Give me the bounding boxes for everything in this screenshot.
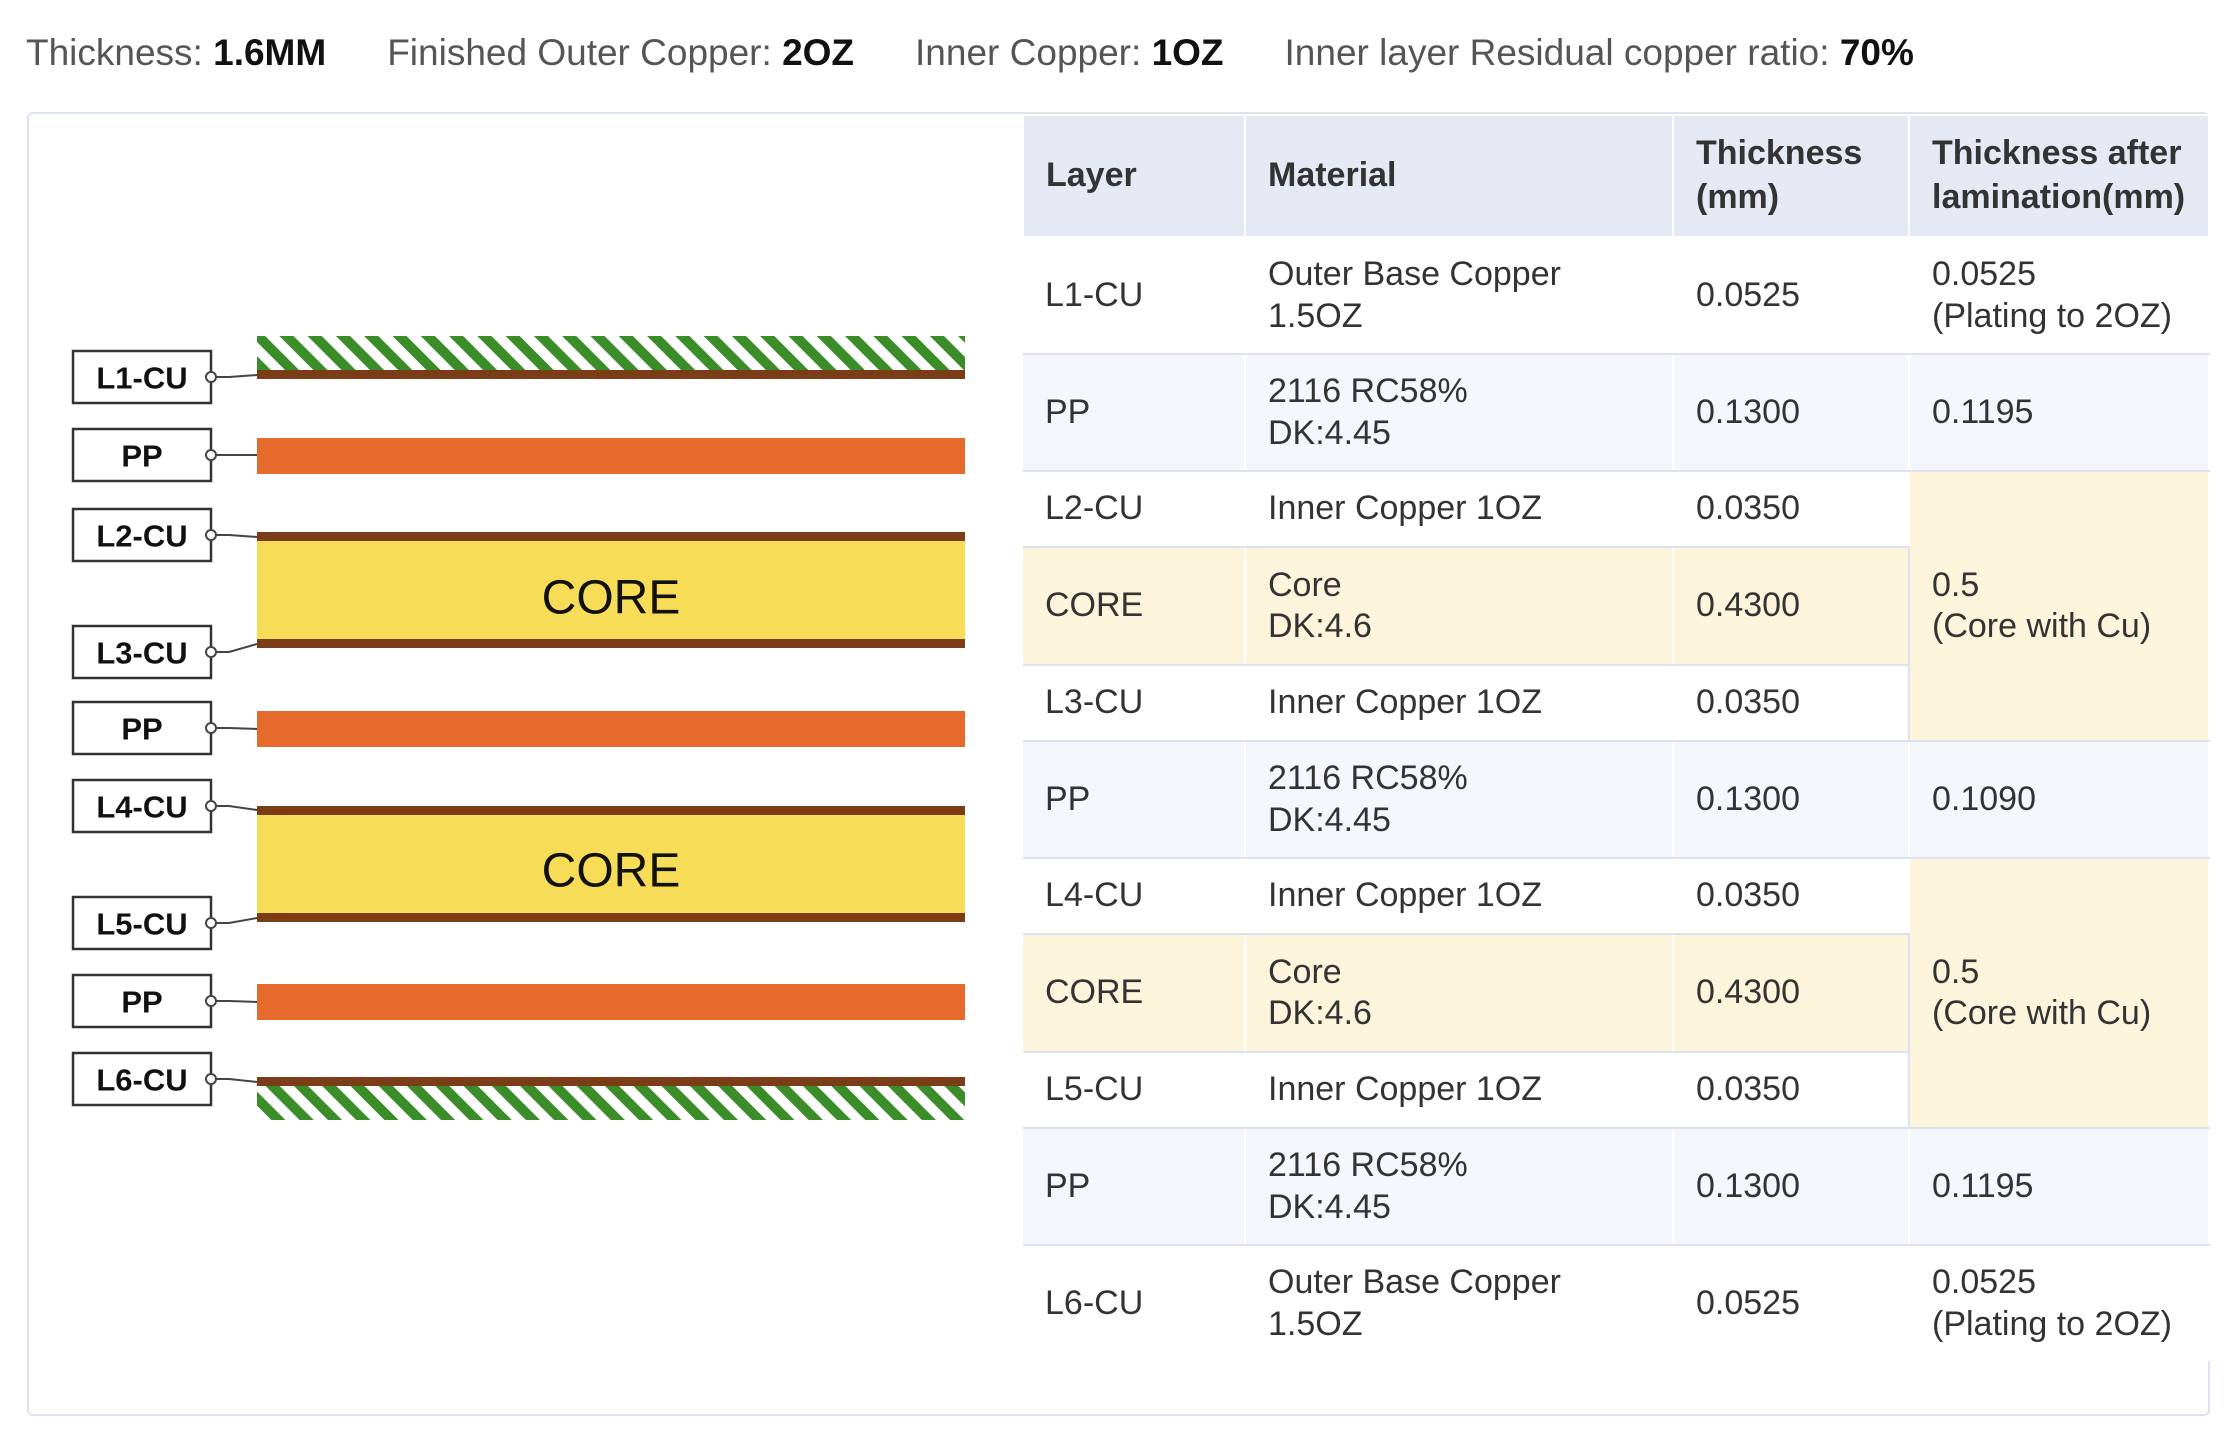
cell-thickness: 0.0350: [1673, 665, 1910, 742]
layer-callout-l6-cu: L6-CU: [71, 1051, 258, 1107]
spec-outer-copper: Finished Outer Copper: 2OZ: [387, 32, 855, 73]
layer-callout-l5-cu: L5-CU: [71, 895, 258, 951]
layer-callout-label: L4-CU: [96, 790, 187, 825]
l1-copper: [257, 370, 965, 379]
layer-callout-pp: PP: [71, 427, 257, 483]
cell-layer: L5-CU: [1023, 1052, 1246, 1129]
header-layer: Layer: [1022, 114, 1246, 238]
cell-material: Core DK:4.6: [1245, 547, 1674, 666]
table-row: PP 2116 RC58% DK:4.45 0.1300 0.1195: [1023, 354, 2210, 472]
core-label-2: CORE: [542, 845, 681, 898]
stackup-panel: CORE CORE L1-CU PP L2-CU L3-CU PP L4-CU L5-CU PP…: [27, 112, 2210, 1416]
table-header-row: Layer Material Thickness (mm) Thickness …: [1022, 114, 2210, 238]
cell-layer: CORE: [1023, 547, 1246, 666]
spec-residual-copper: Inner layer Residual copper ratio: 70%: [1284, 32, 1914, 73]
top-soldermask: [257, 336, 965, 370]
spec-thickness: Thickness: 1.6MM: [26, 32, 327, 73]
layer-callout-l2-cu: L2-CU: [71, 507, 258, 563]
cell-thickness-after: 0.1195: [1909, 354, 2210, 472]
layer-callout-label: PP: [121, 439, 162, 474]
cell-thickness-after-core-group: 0.5 (Core with Cu): [1908, 858, 2210, 1129]
cell-layer: PP: [1023, 1128, 1246, 1246]
layer-callout-pp: PP: [71, 700, 258, 756]
cell-layer: L1-CU: [1023, 237, 1246, 355]
cell-layer: L3-CU: [1023, 665, 1246, 742]
cell-material: Inner Copper 1OZ: [1245, 471, 1674, 548]
layer-callout-label: L2-CU: [96, 519, 187, 554]
cell-thickness: 0.0350: [1673, 858, 1910, 935]
cell-layer: L6-CU: [1023, 1245, 1246, 1361]
cell-thickness-after: 0.1090: [1909, 741, 2210, 859]
cell-thickness: 0.0350: [1673, 1052, 1910, 1129]
cell-thickness: 0.0525: [1673, 237, 1910, 355]
layer-callout-l1-cu: L1-CU: [71, 349, 258, 405]
core-label-1: CORE: [542, 572, 681, 625]
cell-thickness: 0.1300: [1673, 741, 1910, 859]
header-thickness: Thickness (mm): [1672, 114, 1910, 238]
layer-callout-label: PP: [121, 985, 162, 1020]
cell-thickness: 0.1300: [1673, 354, 1910, 472]
table-row: L6-CU Outer Base Copper 1.5OZ 0.0525 0.05…: [1023, 1245, 2210, 1361]
cell-material: Outer Base Copper 1.5OZ: [1245, 237, 1674, 355]
bottom-soldermask: [257, 1086, 965, 1120]
pp-layer-1: [257, 438, 965, 474]
l2-copper: [257, 532, 965, 541]
cell-layer: PP: [1023, 354, 1246, 472]
cell-layer: CORE: [1023, 934, 1246, 1053]
cell-layer: L4-CU: [1023, 858, 1246, 935]
l3-copper: [257, 639, 965, 648]
l4-copper: [257, 806, 965, 815]
table-row: L2-CU Inner Copper 1OZ 0.0350 0.5 (Core w…: [1023, 471, 2210, 742]
layer-callout-label: L6-CU: [96, 1063, 187, 1098]
table-row: L1-CU Outer Base Copper 1.5OZ 0.0525 0.05…: [1023, 237, 2210, 355]
l6-copper: [257, 1077, 965, 1086]
spec-bar: Thickness: 1.6MM Finished Outer Copper: …: [26, 27, 1975, 79]
cell-thickness: 0.4300: [1673, 547, 1910, 666]
layer-callout-label: L1-CU: [96, 361, 187, 396]
table-row: PP 2116 RC58% DK:4.45 0.1300 0.1090: [1023, 741, 2210, 859]
layer-callout-label: L3-CU: [96, 636, 187, 671]
pp-layer-3: [257, 984, 965, 1020]
layer-callout-label: PP: [121, 712, 162, 747]
cell-material: 2116 RC58% DK:4.45: [1245, 1128, 1674, 1246]
cell-thickness: 0.0350: [1673, 471, 1910, 548]
cell-thickness-after-core-group: 0.5 (Core with Cu): [1908, 471, 2210, 742]
cell-layer: L2-CU: [1023, 471, 1246, 548]
cell-layer: PP: [1023, 741, 1246, 859]
cell-material: 2116 RC58% DK:4.45: [1245, 741, 1674, 859]
cell-material: 2116 RC58% DK:4.45: [1245, 354, 1674, 472]
cell-thickness-after: 0.1195: [1909, 1128, 2210, 1246]
cell-material: Inner Copper 1OZ: [1245, 1052, 1674, 1129]
l5-copper: [257, 913, 965, 922]
stackup-table: Layer Material Thickness (mm) Thickness …: [1022, 114, 2210, 1361]
table-row: L4-CU Inner Copper 1OZ 0.0350 0.5 (Core w…: [1023, 858, 2210, 1129]
cell-material: Inner Copper 1OZ: [1245, 665, 1674, 742]
table-row: PP 2116 RC58% DK:4.45 0.1300 0.1195: [1023, 1128, 2210, 1246]
layer-callout-label: L5-CU: [96, 907, 187, 942]
header-material: Material: [1244, 114, 1674, 238]
cell-thickness: 0.4300: [1673, 934, 1910, 1053]
spec-inner-copper: Inner Copper: 1OZ: [915, 32, 1224, 73]
layer-callout-l3-cu: L3-CU: [71, 624, 258, 680]
cell-material: Outer Base Copper 1.5OZ: [1245, 1245, 1674, 1361]
cell-thickness: 0.0525: [1673, 1245, 1910, 1361]
cell-thickness: 0.1300: [1673, 1128, 1910, 1246]
header-thickness-after: Thickness after lamination(mm): [1908, 114, 2210, 238]
cell-thickness-after: 0.0525 (Plating to 2OZ): [1909, 237, 2210, 355]
cell-material: Core DK:4.6: [1245, 934, 1674, 1053]
pp-layer-2: [257, 711, 965, 747]
stackup-diagram: CORE CORE L1-CU PP L2-CU L3-CU PP L4-CU L5-CU PP…: [29, 114, 1029, 1414]
layer-callout-pp: PP: [71, 973, 258, 1029]
stackup-svg: CORE CORE L1-CU PP L2-CU L3-CU PP L4-CU L5-CU PP…: [71, 336, 965, 1120]
cell-thickness-after: 0.0525 (Plating to 2OZ): [1909, 1245, 2210, 1361]
cell-material: Inner Copper 1OZ: [1245, 858, 1674, 935]
layer-callout-l4-cu: L4-CU: [71, 778, 258, 834]
